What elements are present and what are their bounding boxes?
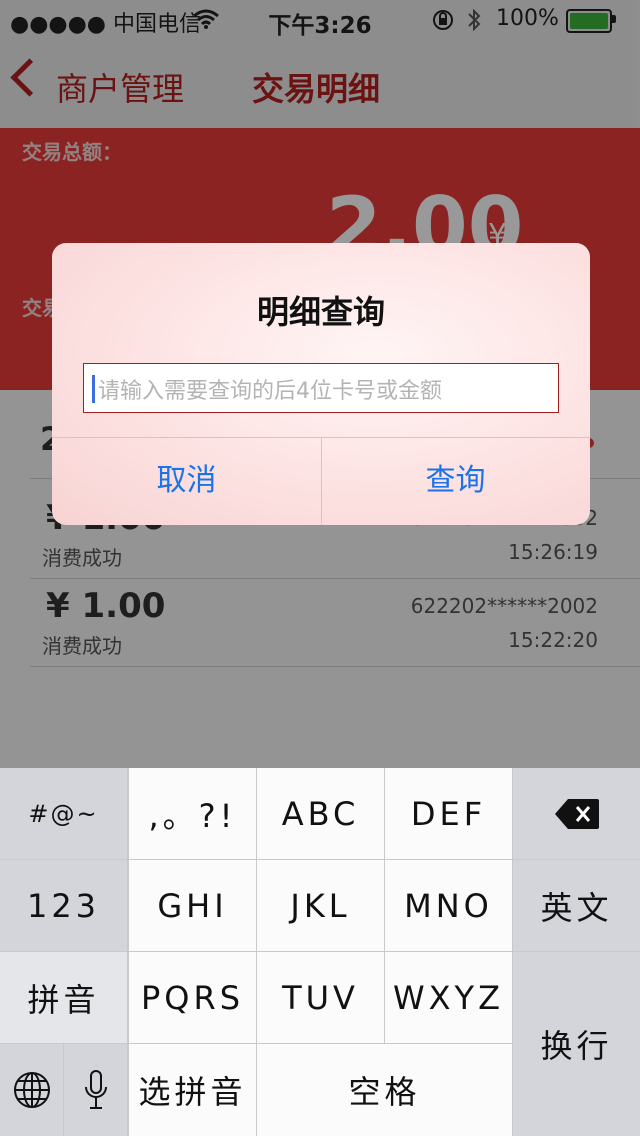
return-key[interactable]: 换行 — [513, 952, 640, 1136]
dialog-title: 明细查询 — [256, 293, 385, 331]
key-wxyz[interactable]: WXYZ — [385, 952, 512, 1043]
key-pqrs[interactable]: PQRS — [129, 952, 256, 1043]
key-pinyin[interactable]: 拼音 — [0, 952, 127, 1043]
cancel-button[interactable]: 取消 — [52, 437, 321, 525]
query-dialog: 明细查询 请输入需要查询的后4位卡号或金额 取消 查询 — [52, 243, 590, 525]
space-key[interactable]: 空格 — [257, 1044, 512, 1136]
globe-icon — [12, 1070, 52, 1110]
key-numbers[interactable]: 123 — [0, 860, 127, 951]
key-def[interactable]: DEF — [385, 768, 512, 859]
key-mno[interactable]: MNO — [385, 860, 512, 951]
key-ghi[interactable]: GHI — [129, 860, 256, 951]
key-symbols[interactable]: #@~ — [0, 768, 127, 859]
key-select-pinyin[interactable]: 选拼音 — [129, 1044, 256, 1136]
backspace-key[interactable] — [513, 768, 640, 859]
microphone-icon — [83, 1069, 109, 1111]
globe-key[interactable] — [0, 1044, 63, 1136]
search-input-placeholder: 请输入需要查询的后4位卡号或金额 — [98, 379, 442, 404]
key-abc[interactable]: ABC — [257, 768, 384, 859]
microphone-key[interactable] — [64, 1044, 127, 1136]
query-button[interactable]: 查询 — [321, 437, 590, 525]
key-jkl[interactable]: JKL — [257, 860, 384, 951]
key-tuv[interactable]: TUV — [257, 952, 384, 1043]
search-input[interactable]: 请输入需要查询的后4位卡号或金额 — [83, 363, 559, 413]
key-punctuation[interactable]: ,。?! — [129, 768, 256, 859]
text-caret — [92, 375, 95, 403]
keyboard: #@~ ,。?! ABC DEF 123 GHI JKL MNO 英文 拼音 P… — [0, 768, 640, 1136]
key-english[interactable]: 英文 — [513, 860, 640, 951]
backspace-icon — [554, 798, 600, 830]
